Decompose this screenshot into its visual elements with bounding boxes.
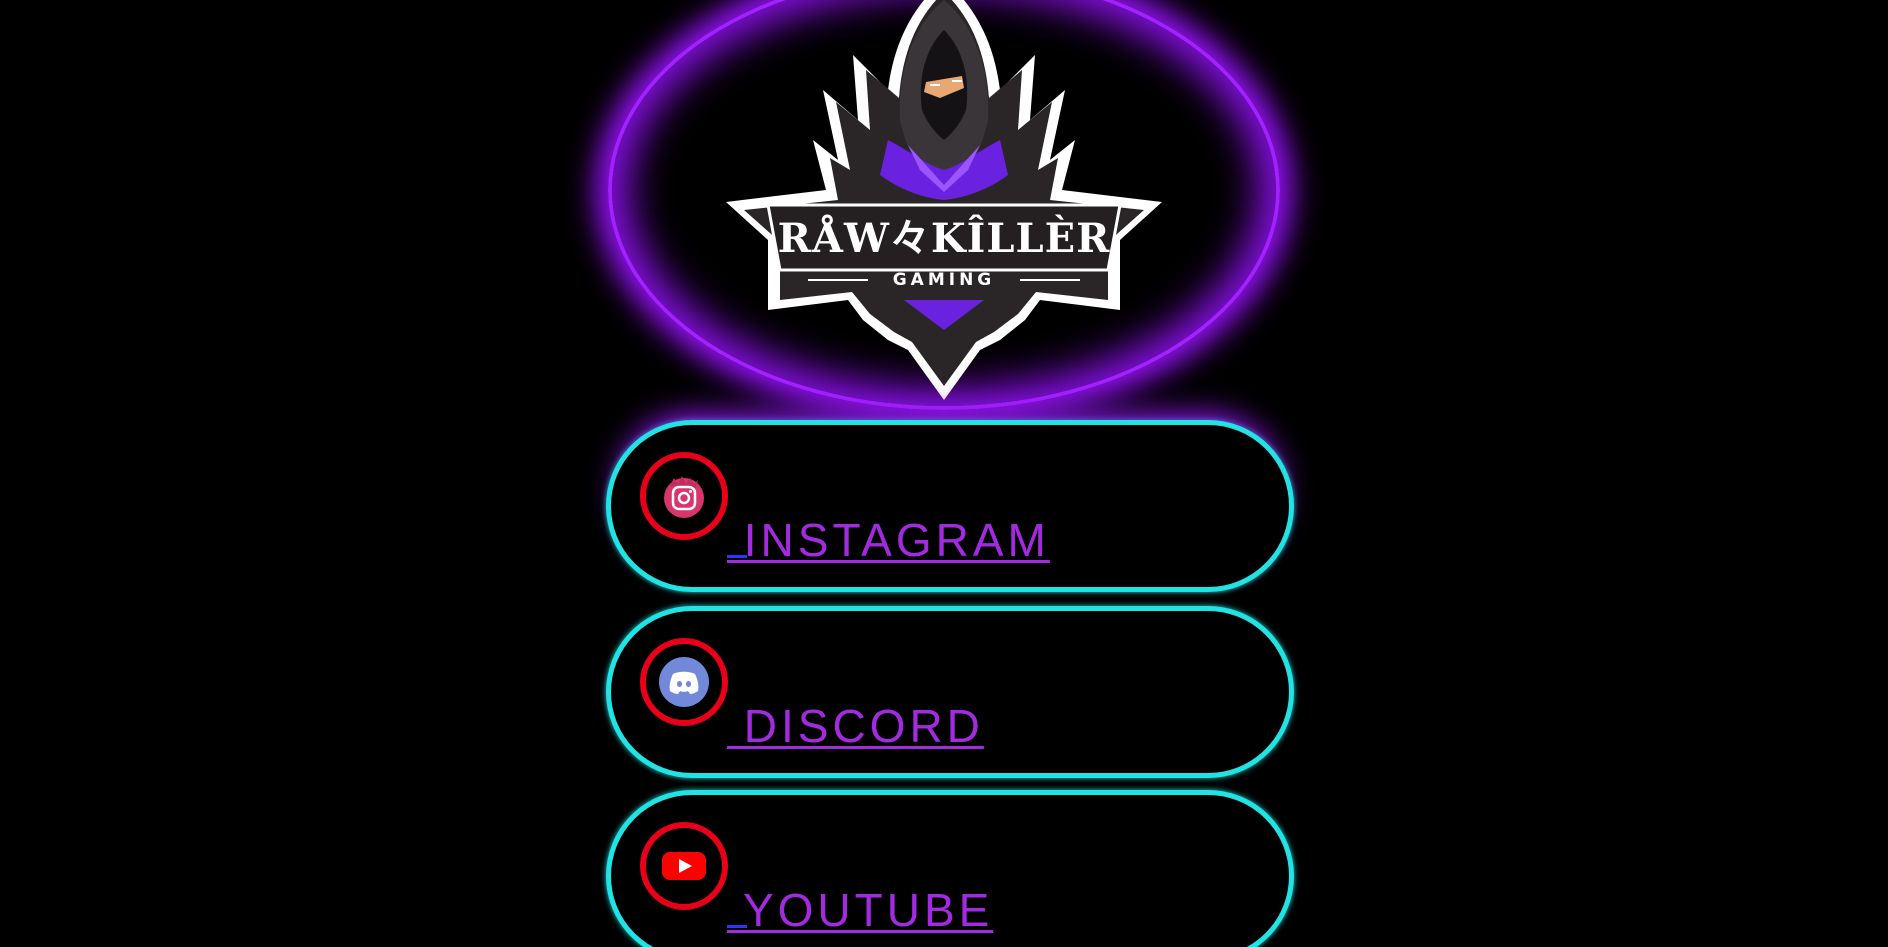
instagram-link[interactable]: INSTAGRAM: [606, 420, 1294, 592]
instagram-icon: [664, 476, 704, 518]
linktree-page: RÅW々KÎLLÈR GAMING INSTAGRAM DISCORD YOUT…: [0, 0, 1888, 947]
discord-link[interactable]: DISCORD: [606, 606, 1294, 778]
discord-icon: [659, 657, 709, 707]
instagram-icon-badge: [640, 452, 728, 540]
logo-area: RÅW々KÎLLÈR GAMING: [608, 0, 1280, 410]
discord-label[interactable]: DISCORD: [727, 699, 984, 753]
logo-title: RÅW々KÎLLÈR: [778, 215, 1111, 262]
youtube-link[interactable]: YOUTUBE: [606, 790, 1294, 947]
logo-subtitle: GAMING: [893, 270, 996, 290]
youtube-label[interactable]: YOUTUBE: [727, 883, 993, 937]
gaming-logo: RÅW々KÎLLÈR GAMING: [726, 0, 1162, 400]
discord-icon-badge: [640, 638, 728, 726]
youtube-icon-badge: [640, 822, 728, 910]
instagram-label[interactable]: INSTAGRAM: [727, 513, 1050, 567]
youtube-icon: [662, 852, 706, 880]
